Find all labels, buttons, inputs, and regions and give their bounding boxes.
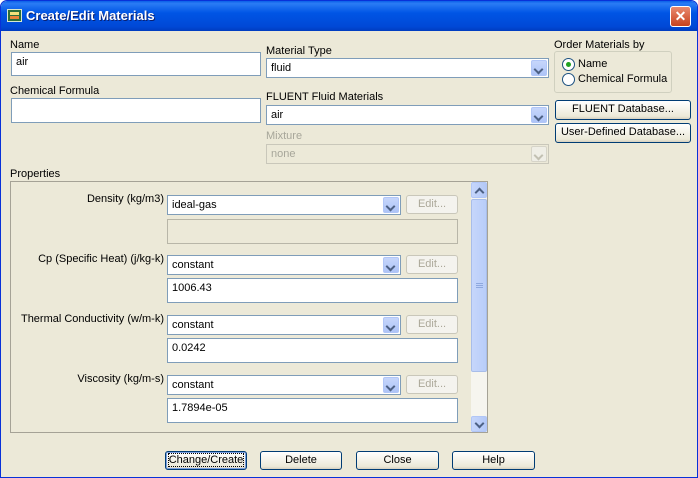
density-edit-button: Edit...	[406, 195, 458, 214]
grip-line	[476, 283, 483, 284]
chevron-down-icon	[531, 146, 547, 162]
change-create-label: Change/Create	[167, 453, 245, 467]
chevron-down-icon[interactable]	[383, 257, 399, 273]
delete-button[interactable]: Delete	[260, 451, 342, 470]
scroll-up-arrow-icon[interactable]	[471, 182, 487, 198]
change-create-button[interactable]: Change/Create	[165, 451, 247, 470]
viscosity-edit-button: Edit...	[406, 375, 458, 394]
fluent-fluid-materials-dropdown[interactable]: air	[266, 105, 549, 125]
cp-label: Cp (Specific Heat) (j/kg-k)	[38, 253, 164, 265]
chevron-down-icon[interactable]	[383, 317, 399, 333]
mixture-label: Mixture	[266, 130, 303, 142]
material-type-dropdown[interactable]: fluid	[266, 58, 549, 78]
title-bar[interactable]: Create/Edit Materials ✕	[1, 1, 697, 31]
fluent-fluid-materials-label: FLUENT Fluid Materials	[266, 91, 384, 103]
order-by-chemical-formula-radio[interactable]	[562, 73, 575, 86]
properties-list: Density (kg/m3) ideal-gas Edit... Cp (Sp…	[11, 182, 473, 432]
properties-panel: Density (kg/m3) ideal-gas Edit... Cp (Sp…	[10, 181, 488, 433]
name-input[interactable]: air	[11, 52, 261, 76]
cp-method-value: constant	[172, 259, 214, 271]
density-value-field	[167, 219, 458, 244]
order-materials-by-label: Order Materials by	[554, 39, 645, 51]
name-label: Name	[10, 39, 40, 51]
chevron-down-icon[interactable]	[531, 107, 547, 123]
chevron-down-icon[interactable]	[383, 377, 399, 393]
close-button[interactable]: Close	[356, 451, 439, 470]
cp-method-dropdown[interactable]: constant	[167, 255, 401, 275]
order-by-chemical-formula-label[interactable]: Chemical Formula	[578, 73, 667, 85]
mixture-dropdown: none	[266, 144, 549, 164]
fluent-app-icon	[7, 9, 22, 22]
create-edit-materials-dialog: Create/Edit Materials ✕ Name air Chemica…	[0, 0, 698, 478]
thermal-conductivity-label: Thermal Conductivity (w/m-k)	[20, 313, 164, 325]
chemical-formula-input[interactable]	[11, 98, 261, 123]
order-by-name-radio[interactable]	[562, 58, 575, 71]
density-label: Density (kg/m3)	[86, 193, 164, 205]
chevron-down-icon[interactable]	[531, 60, 547, 76]
scrollbar-thumb[interactable]	[471, 199, 487, 372]
viscosity-method-dropdown[interactable]: constant	[167, 375, 401, 395]
scroll-down-arrow-icon[interactable]	[471, 416, 487, 432]
grip-line	[476, 285, 483, 286]
viscosity-label: Viscosity (kg/m-s)	[77, 373, 164, 385]
density-method-dropdown[interactable]: ideal-gas	[167, 195, 401, 215]
thermal-conductivity-method-value: constant	[172, 319, 214, 331]
order-materials-group	[554, 51, 672, 93]
help-button[interactable]: Help	[452, 451, 535, 470]
chemical-formula-label: Chemical Formula	[10, 85, 100, 97]
density-method-value: ideal-gas	[172, 199, 217, 211]
thermal-conductivity-value-input[interactable]: 0.0242	[167, 338, 458, 363]
close-window-button[interactable]: ✕	[670, 6, 691, 27]
fluent-fluid-materials-value: air	[271, 109, 284, 121]
chevron-down-icon[interactable]	[383, 197, 399, 213]
thermal-conductivity-method-dropdown[interactable]: constant	[167, 315, 401, 335]
material-type-label: Material Type	[266, 45, 332, 57]
thermal-conductivity-edit-button: Edit...	[406, 315, 458, 334]
user-defined-database-button[interactable]: User-Defined Database...	[555, 123, 691, 143]
cp-value-input[interactable]: 1006.43	[167, 278, 458, 303]
properties-label: Properties	[10, 168, 61, 180]
grip-line	[476, 287, 483, 288]
properties-scrollbar[interactable]	[471, 182, 487, 432]
viscosity-value-input[interactable]: 1.7894e-05	[167, 398, 458, 423]
mixture-value: none	[271, 148, 296, 160]
fluent-database-button[interactable]: FLUENT Database...	[555, 100, 691, 120]
cp-edit-button: Edit...	[406, 255, 458, 274]
viscosity-method-value: constant	[172, 379, 214, 391]
material-type-value: fluid	[271, 62, 292, 74]
order-by-name-label[interactable]: Name	[578, 58, 607, 70]
close-icon: ✕	[674, 8, 687, 24]
window-title: Create/Edit Materials	[26, 8, 155, 23]
